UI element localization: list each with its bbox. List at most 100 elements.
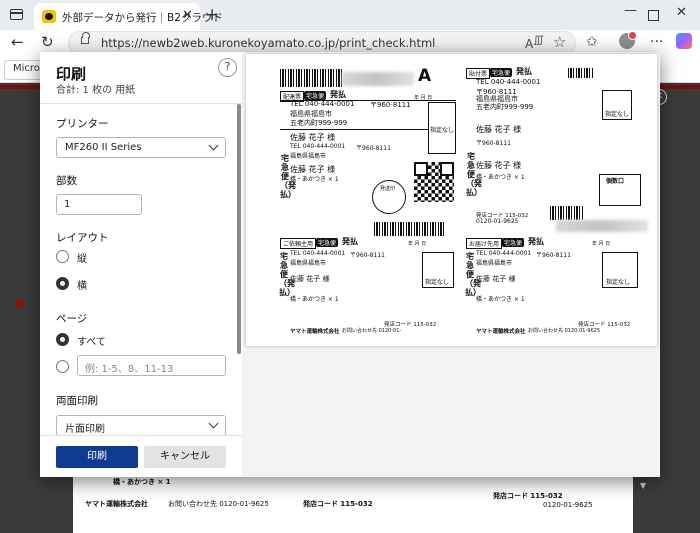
vertical-service: 宅急便（発払） bbox=[279, 252, 295, 297]
recipient-addr2: 五老内町999-999 bbox=[290, 119, 348, 127]
browser-tab[interactable]: 外部データから発行｜B2クラウド ✕ bbox=[34, 3, 223, 30]
barcode bbox=[568, 68, 594, 78]
label-delivery: A 配達票 宅急便 発払 年 月 日 TEL 040-444-0001 〒960… bbox=[246, 54, 456, 236]
date-cols: 年 月 日 bbox=[592, 241, 611, 247]
delivery-box: 指定なし bbox=[428, 102, 456, 154]
cancel-button[interactable]: キャンセル bbox=[144, 446, 226, 468]
pages-all-label: すべて bbox=[77, 337, 106, 348]
item-name: 橋・あかつき × 1 bbox=[476, 296, 525, 303]
redacted-tracking bbox=[556, 220, 648, 232]
sender-zip: 〒960-8111 bbox=[356, 145, 391, 152]
company-name: ヤマト運輸株式会社 bbox=[290, 329, 340, 335]
copies-value: 1 bbox=[64, 199, 71, 210]
maximize-button[interactable] bbox=[648, 10, 659, 21]
layout-landscape-label: 横 bbox=[77, 281, 87, 292]
printer-select[interactable]: MF260 II Series bbox=[56, 137, 226, 158]
specified-none: 指定なし bbox=[606, 279, 631, 286]
recipient-tel: TEL 040-444-0001 bbox=[290, 250, 346, 257]
takkyubin-tag: 宅急便 bbox=[502, 238, 525, 247]
read-aloud-icon[interactable]: A∭ bbox=[525, 35, 544, 51]
takkyubin-tag: 宅急便 bbox=[316, 238, 339, 247]
item-name: 橋・あかつき × 1 bbox=[290, 176, 339, 183]
print-preview: A 配達票 宅急便 発払 年 月 日 TEL 040-444-0001 〒960… bbox=[246, 54, 657, 346]
delivery-box: 指定なし bbox=[602, 90, 632, 120]
payment-type: 発払 bbox=[342, 237, 358, 246]
refresh-icon[interactable]: ↻ bbox=[41, 33, 54, 51]
printer-value: MF260 II Series bbox=[65, 142, 142, 153]
close-window-button[interactable]: ✕ bbox=[676, 5, 687, 20]
pages-range-input[interactable]: 例: 1-5、8、11-13 bbox=[77, 355, 226, 376]
favorites-icon[interactable]: ✩ bbox=[586, 34, 598, 50]
tab-title: 外部データから発行｜B2クラウド bbox=[62, 12, 223, 24]
label-type-tag: お届け先用 bbox=[466, 238, 503, 249]
more-menu-icon[interactable]: ··· bbox=[650, 34, 663, 50]
pages-all-radio[interactable] bbox=[56, 333, 69, 346]
layout-portrait-label: 縦 bbox=[77, 254, 87, 265]
scroll-down-icon[interactable]: ▼ bbox=[640, 481, 646, 490]
duplex-label: 両面印刷 bbox=[56, 395, 98, 407]
duplex-select[interactable]: 片面印刷 bbox=[56, 415, 226, 436]
dialog-footer: 印刷 キャンセル bbox=[40, 435, 242, 477]
sort-code: A bbox=[418, 66, 432, 86]
bg-office-code: 発店コード 115-032 bbox=[493, 492, 563, 500]
close-tab-icon[interactable]: ✕ bbox=[182, 8, 193, 23]
copilot-icon[interactable] bbox=[676, 33, 692, 49]
takkyubin-tag: 宅急便 bbox=[304, 91, 327, 100]
payment-type: 発払 bbox=[330, 90, 346, 99]
layout-label: レイアウト bbox=[56, 232, 109, 244]
print-button[interactable]: 印刷 bbox=[56, 446, 138, 468]
bg-company: ヤマト運輸株式会社 bbox=[85, 500, 148, 508]
pages-custom-radio[interactable] bbox=[56, 360, 69, 373]
url-text: https://newb2web.kuronekoyamato.co.jp/pr… bbox=[101, 36, 436, 50]
yamato-favicon-icon bbox=[42, 10, 56, 23]
copies-input[interactable]: 1 bbox=[56, 194, 142, 215]
redacted-tracking bbox=[342, 72, 414, 86]
back-arrow-icon[interactable]: ← bbox=[11, 33, 24, 51]
layout-portrait-radio[interactable] bbox=[56, 250, 69, 263]
vertical-service: 宅急便（発払） bbox=[465, 252, 481, 297]
bg-item-line: 橋・あかつき × 1 bbox=[113, 478, 171, 486]
item-name: 橋・あかつき × 1 bbox=[476, 174, 525, 181]
count-box: 個数口 bbox=[599, 174, 641, 206]
shipping-stamp-circle: 発送印 bbox=[372, 180, 406, 214]
recipient-tel: TEL 040-444-0001 bbox=[476, 250, 532, 257]
lock-icon[interactable] bbox=[81, 32, 90, 44]
count-label: 個数口 bbox=[606, 178, 625, 185]
qr-code bbox=[414, 162, 454, 202]
printer-label: プリンター bbox=[56, 118, 109, 130]
specified-none: 指定なし bbox=[605, 111, 630, 118]
print-settings-panel: 印刷 合計: 1 枚の 用紙 ? プリンター MF260 II Series 部… bbox=[40, 52, 242, 477]
duplex-value: 片面印刷 bbox=[65, 424, 105, 435]
panel-scrollbar[interactable] bbox=[237, 104, 241, 354]
favorite-star-icon[interactable]: ☆ bbox=[553, 33, 566, 51]
sender-zip: 〒960-8111 bbox=[476, 140, 511, 147]
label-attach: 貼付票 宅急便 発払 TEL 040-444-0001 〒960-8111 福島… bbox=[466, 54, 657, 236]
minimize-button[interactable]: — bbox=[624, 3, 637, 18]
recipient-addr1: 福島県福島市 bbox=[476, 260, 513, 267]
vertical-service: 宅急便（発払） bbox=[466, 152, 482, 197]
office-phone: 0120-01-9625 bbox=[476, 218, 519, 225]
copies-label: 部数 bbox=[56, 175, 77, 187]
tab-actions-icon[interactable] bbox=[10, 9, 23, 20]
pages-label: ページ bbox=[56, 313, 88, 325]
payment-type: 発払 bbox=[516, 67, 532, 76]
chevron-down-icon bbox=[208, 140, 219, 151]
divider bbox=[40, 103, 242, 104]
new-tab-button[interactable]: + bbox=[205, 5, 219, 25]
sheet-count: 合計: 1 枚の 用紙 bbox=[56, 85, 136, 96]
sender-addr: 福島県福島市 bbox=[290, 153, 327, 160]
recipient-tel: TEL 040-444-0001 bbox=[290, 100, 355, 108]
background-sheet: 橋・あかつき × 1 発店コード 115-032 ヤマト運輸株式会社 お問い合わ… bbox=[73, 475, 633, 533]
company-name: ヤマト運輸株式会社 bbox=[476, 329, 526, 335]
delivery-box: 指定なし bbox=[422, 252, 454, 288]
layout-landscape-radio[interactable] bbox=[56, 277, 69, 290]
inquiry: お問い合わせ先 0120-01-9625 bbox=[528, 328, 601, 334]
sender-name: 佐藤 花子 様 bbox=[476, 161, 522, 170]
recipient-zip: 〒960-8111 bbox=[370, 101, 411, 109]
barcode bbox=[550, 206, 584, 220]
vertical-service: 宅急便（発払） bbox=[280, 154, 296, 199]
recipient-name: 佐藤 花子 様 bbox=[476, 275, 516, 283]
help-button[interactable]: ? bbox=[218, 58, 237, 77]
profile-avatar[interactable] bbox=[619, 31, 637, 49]
label-sender-copy: ご依頼主用 宅急便 発払 年 月 日 TEL 040-444-0001 〒960… bbox=[279, 237, 456, 346]
